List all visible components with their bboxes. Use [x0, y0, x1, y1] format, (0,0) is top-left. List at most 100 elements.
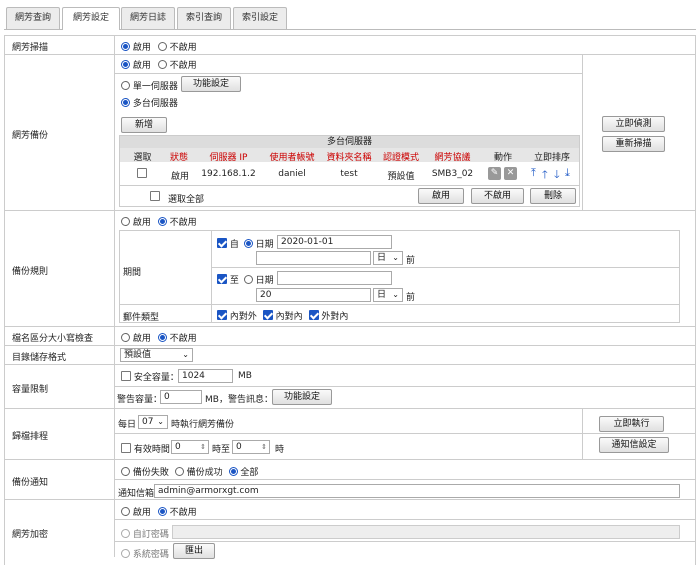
safe-capacity-input[interactable]: 1024	[178, 369, 233, 383]
dir-format-value: 預設值	[124, 350, 152, 360]
tab-share-settings[interactable]: 網芳設定	[62, 7, 120, 30]
notify-divider	[114, 479, 696, 480]
rules-disable-radio[interactable]	[157, 217, 167, 226]
from-date-label: 日期	[255, 240, 274, 250]
notify-fail-radio[interactable]	[121, 467, 130, 476]
to-date-radio[interactable]	[243, 275, 253, 284]
valid-time-checkbox[interactable]	[121, 443, 131, 453]
safe-capacity-unit: MB	[238, 371, 252, 381]
backup-radio-group: 啟用 不啟用	[121, 58, 197, 71]
to-label: 至	[229, 276, 239, 286]
col-server-ip: 伺服器 IP	[209, 153, 248, 163]
to-unit-select[interactable]: 日 ⌄	[373, 288, 403, 302]
row-divider	[4, 210, 696, 211]
scan-disable-label: 不啟用	[169, 43, 197, 53]
add-server-button[interactable]: 新增	[121, 117, 167, 133]
backup-divider	[582, 54, 583, 210]
mail-type-internal-checkbox[interactable]	[262, 310, 273, 320]
case-check-disable-radio[interactable]	[157, 333, 167, 342]
rules-label: 備份規則	[12, 267, 49, 277]
row-select-checkbox[interactable]	[137, 168, 147, 178]
case-check-label: 檔名區分大小寫檢查	[12, 334, 94, 344]
custom-password-radio[interactable]	[121, 529, 130, 538]
notify-success-radio[interactable]	[174, 467, 184, 476]
backup-disable-radio[interactable]	[157, 60, 167, 69]
row-protocol: SMB3_02	[431, 169, 474, 179]
to-checkbox[interactable]	[217, 274, 227, 284]
rescan-button[interactable]: 重新掃描	[602, 136, 665, 152]
schedule-divider	[114, 433, 696, 434]
rules-radio-group: 啟用 不啟用	[121, 215, 197, 228]
backup-function-settings-button[interactable]: 功能設定	[181, 76, 241, 92]
from-unit-select[interactable]: 日 ⌄	[373, 251, 403, 265]
scan-disable-radio[interactable]	[157, 42, 167, 51]
safe-capacity-option: 安全容量：	[121, 370, 179, 383]
schedule-divider	[582, 408, 583, 459]
case-check-enable-label: 啟用	[132, 334, 151, 344]
period-label: 期間	[123, 268, 142, 278]
backup-divider	[114, 73, 582, 74]
encrypt-divider	[114, 519, 696, 520]
dir-format-select[interactable]: 預設值 ⌄	[120, 348, 193, 362]
from-date-radio[interactable]	[243, 239, 253, 248]
tab-index-settings[interactable]: 索引設定	[233, 7, 287, 29]
valid-end-unit: 時	[275, 445, 285, 455]
to-days-input[interactable]: 20	[256, 288, 371, 302]
safe-capacity-checkbox[interactable]	[121, 371, 131, 381]
chevron-down-icon: ⌄	[182, 350, 189, 359]
run-hour-select[interactable]: 07 ⌄	[138, 415, 168, 429]
single-server-option: 單一伺服器	[121, 79, 178, 92]
run-now-button[interactable]: 立即執行	[599, 416, 664, 432]
move-top-icon[interactable]: ⤒	[531, 166, 536, 180]
detect-now-button[interactable]: 立即偵測	[602, 116, 665, 132]
row-divider	[4, 54, 696, 55]
encrypt-enable-radio[interactable]	[121, 507, 130, 516]
notify-email-input[interactable]: admin@armorxgt.com	[154, 484, 680, 498]
mail-type-out-checkbox[interactable]	[217, 310, 227, 320]
schedule-label: 歸檔排程	[12, 432, 49, 442]
delete-icon[interactable]: ✕	[504, 167, 517, 180]
tab-share-query[interactable]: 網芳查詢	[6, 7, 60, 29]
capacity-function-settings-button[interactable]: 功能設定	[272, 389, 332, 405]
single-server-radio[interactable]	[121, 81, 130, 90]
delete-selected-button[interactable]: 刪除	[530, 188, 576, 204]
tab-share-log[interactable]: 網芳日誌	[121, 7, 175, 29]
notify-settings-button[interactable]: 通知信設定	[599, 437, 669, 453]
backup-enable-radio[interactable]	[121, 60, 130, 69]
spinner-icon[interactable]: ⇕	[200, 441, 206, 453]
custom-password-input[interactable]	[172, 525, 680, 539]
mail-type-in-checkbox[interactable]	[308, 310, 319, 320]
capacity-label: 容量限制	[12, 385, 49, 395]
row-username: daniel	[278, 169, 306, 179]
from-checkbox[interactable]	[217, 238, 227, 248]
notify-all-radio[interactable]	[228, 467, 238, 476]
notify-label: 備份通知	[12, 478, 49, 488]
row-divider	[4, 364, 696, 365]
scan-enable-radio[interactable]	[121, 42, 130, 51]
spinner-icon[interactable]: ⇕	[261, 441, 267, 453]
disable-selected-button[interactable]: 不啟用	[471, 188, 524, 204]
from-date-input[interactable]: 2020-01-01	[277, 235, 392, 249]
enable-selected-button[interactable]: 啟用	[418, 188, 464, 204]
row-divider	[4, 326, 696, 327]
move-up-icon[interactable]: 🡑	[542, 166, 548, 185]
single-server-label: 單一伺服器	[132, 82, 178, 92]
encrypt-disable-radio[interactable]	[157, 507, 167, 516]
case-check-enable-radio[interactable]	[121, 333, 130, 342]
notify-all-label: 全部	[240, 468, 259, 478]
col-status: 狀態	[169, 153, 188, 163]
from-days-input[interactable]	[256, 251, 371, 265]
move-down-icon[interactable]: 🡓	[554, 166, 560, 185]
edit-icon[interactable]: ✎	[488, 167, 501, 180]
select-all-checkbox[interactable]	[149, 191, 160, 201]
chevron-down-icon: ⌄	[392, 253, 399, 262]
encrypt-radio-group: 啟用 不啟用	[121, 505, 197, 518]
multi-server-radio[interactable]	[121, 98, 130, 107]
move-bottom-icon[interactable]: ⤓	[565, 166, 570, 180]
warn-capacity-input[interactable]: 0	[160, 390, 202, 404]
to-date-input[interactable]	[277, 271, 392, 285]
tab-index-query[interactable]: 索引查詢	[177, 7, 231, 29]
rules-enable-radio[interactable]	[121, 217, 130, 226]
valid-start-input[interactable]: 0 ⇕	[171, 440, 209, 454]
valid-end-input[interactable]: 0 ⇕	[232, 440, 270, 454]
